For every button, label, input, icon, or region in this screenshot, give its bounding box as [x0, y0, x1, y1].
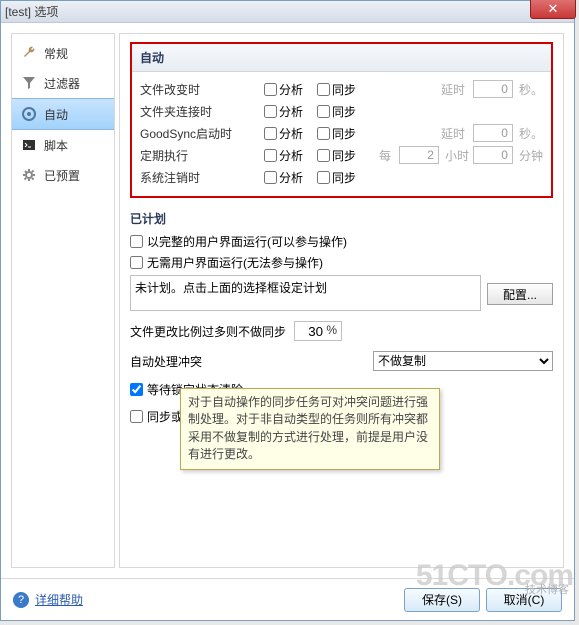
conflict-label: 自动处理冲突: [130, 353, 202, 370]
funnel-icon: [20, 74, 38, 92]
plan-row: 配置...: [130, 275, 553, 311]
options-window: [test] 选项 ✕ 常规 过滤器 自动 脚本 已预置: [0, 0, 575, 621]
sync-checkbox[interactable]: 同步: [317, 103, 356, 120]
auto-section-title: 自动: [132, 44, 551, 72]
auto-rows: 文件改变时 分析 同步 延时 秒。 文件夹连接时 分析 同步 GoodSync启…: [132, 72, 551, 196]
ratio-label: 文件更改比例过多则不做同步: [130, 323, 286, 340]
planned-section: 已计划 以完整的用户界面运行(可以参与操作) 无需用户界面运行(无法参与操作) …: [130, 208, 553, 311]
sidebar-item-script[interactable]: 脚本: [12, 130, 114, 160]
analyze-checkbox[interactable]: 分析: [264, 81, 303, 98]
sidebar-item-label: 已预置: [44, 167, 80, 184]
ratio-row: 文件更改比例过多则不做同步: [130, 321, 553, 341]
unit-sec: 秒。: [519, 81, 543, 98]
every-mins-input[interactable]: [473, 146, 513, 164]
conflict-row: 自动处理冲突 不做复制: [130, 351, 553, 371]
auto-row-periodic: 定期执行 分析 同步 每 小时 分钟: [140, 144, 543, 166]
plan-full-ui-checkbox[interactable]: 以完整的用户界面运行(可以参与操作): [130, 233, 553, 250]
analyze-checkbox[interactable]: 分析: [264, 125, 303, 142]
plan-textarea[interactable]: [130, 275, 481, 311]
window-title: [test] 选项: [5, 3, 570, 20]
sidebar-item-label: 脚本: [44, 137, 68, 154]
delay-label: 延时: [441, 81, 465, 98]
sidebar-item-general[interactable]: 常规: [12, 38, 114, 68]
wrench-icon: [20, 44, 38, 62]
delay-input[interactable]: [473, 124, 513, 142]
sidebar-item-label: 过滤器: [44, 75, 80, 92]
sidebar-item-label: 常规: [44, 45, 68, 62]
close-button[interactable]: ✕: [530, 0, 576, 19]
sidebar-item-filter[interactable]: 过滤器: [12, 68, 114, 98]
planned-title: 已计划: [130, 208, 553, 229]
delay-label: 延时: [441, 125, 465, 142]
plan-no-ui-checkbox[interactable]: 无需用户界面运行(无法参与操作): [130, 254, 553, 271]
sidebar-item-preset[interactable]: 已预置: [12, 160, 114, 190]
unit-min: 分钟: [519, 147, 543, 164]
auto-row-gsstart: GoodSync启动时 分析 同步 延时 秒。: [140, 122, 543, 144]
unit-sec: 秒。: [519, 125, 543, 142]
delay-input[interactable]: [473, 80, 513, 98]
auto-row-label: 系统注销时: [140, 169, 260, 186]
sync-checkbox[interactable]: 同步: [317, 169, 356, 186]
sync-checkbox[interactable]: 同步: [317, 125, 356, 142]
auto-row-label: GoodSync启动时: [140, 125, 260, 142]
auto-section: 自动 文件改变时 分析 同步 延时 秒。 文件夹连接时 分析 同步: [130, 42, 553, 198]
sidebar-item-auto[interactable]: 自动: [12, 98, 114, 130]
auto-row-label: 文件夹连接时: [140, 103, 260, 120]
tooltip: 对于自动操作的同步任务可对冲突问题进行强制处理。对于非自动类型的任务则所有冲突都…: [180, 388, 440, 470]
target-icon: [20, 105, 38, 123]
ratio-wrap: [294, 321, 342, 341]
auto-row-logoff: 系统注销时 分析 同步: [140, 166, 543, 188]
sidebar-item-label: 自动: [44, 106, 68, 123]
body: 常规 过滤器 自动 脚本 已预置 自动: [1, 23, 574, 578]
help-link[interactable]: 详细帮助: [35, 591, 83, 608]
save-button[interactable]: 保存(S): [404, 588, 480, 612]
analyze-checkbox[interactable]: 分析: [264, 103, 303, 120]
content-panel: 自动 文件改变时 分析 同步 延时 秒。 文件夹连接时 分析 同步: [119, 33, 564, 568]
auto-row-label: 文件改变时: [140, 81, 260, 98]
configure-button[interactable]: 配置...: [487, 283, 553, 305]
auto-row-label: 定期执行: [140, 147, 260, 164]
every-label: 每: [379, 147, 391, 164]
help-icon: ?: [13, 592, 29, 608]
auto-row-folderconnect: 文件夹连接时 分析 同步: [140, 100, 543, 122]
sidebar: 常规 过滤器 自动 脚本 已预置: [11, 33, 115, 568]
unit-hour: 小时: [445, 147, 469, 164]
sync-checkbox[interactable]: 同步: [317, 81, 356, 98]
gear-icon: [20, 166, 38, 184]
footer: ? 详细帮助 保存(S) 取消(C): [1, 578, 574, 620]
titlebar[interactable]: [test] 选项 ✕: [1, 1, 574, 23]
sync-checkbox[interactable]: 同步: [317, 147, 356, 164]
every-hours-input[interactable]: [399, 146, 439, 164]
analyze-checkbox[interactable]: 分析: [264, 147, 303, 164]
auto-row-filechange: 文件改变时 分析 同步 延时 秒。: [140, 78, 543, 100]
terminal-icon: [20, 136, 38, 154]
conflict-select[interactable]: 不做复制: [373, 351, 553, 371]
cancel-button[interactable]: 取消(C): [486, 588, 562, 612]
analyze-checkbox[interactable]: 分析: [264, 169, 303, 186]
ratio-input[interactable]: [294, 321, 342, 341]
